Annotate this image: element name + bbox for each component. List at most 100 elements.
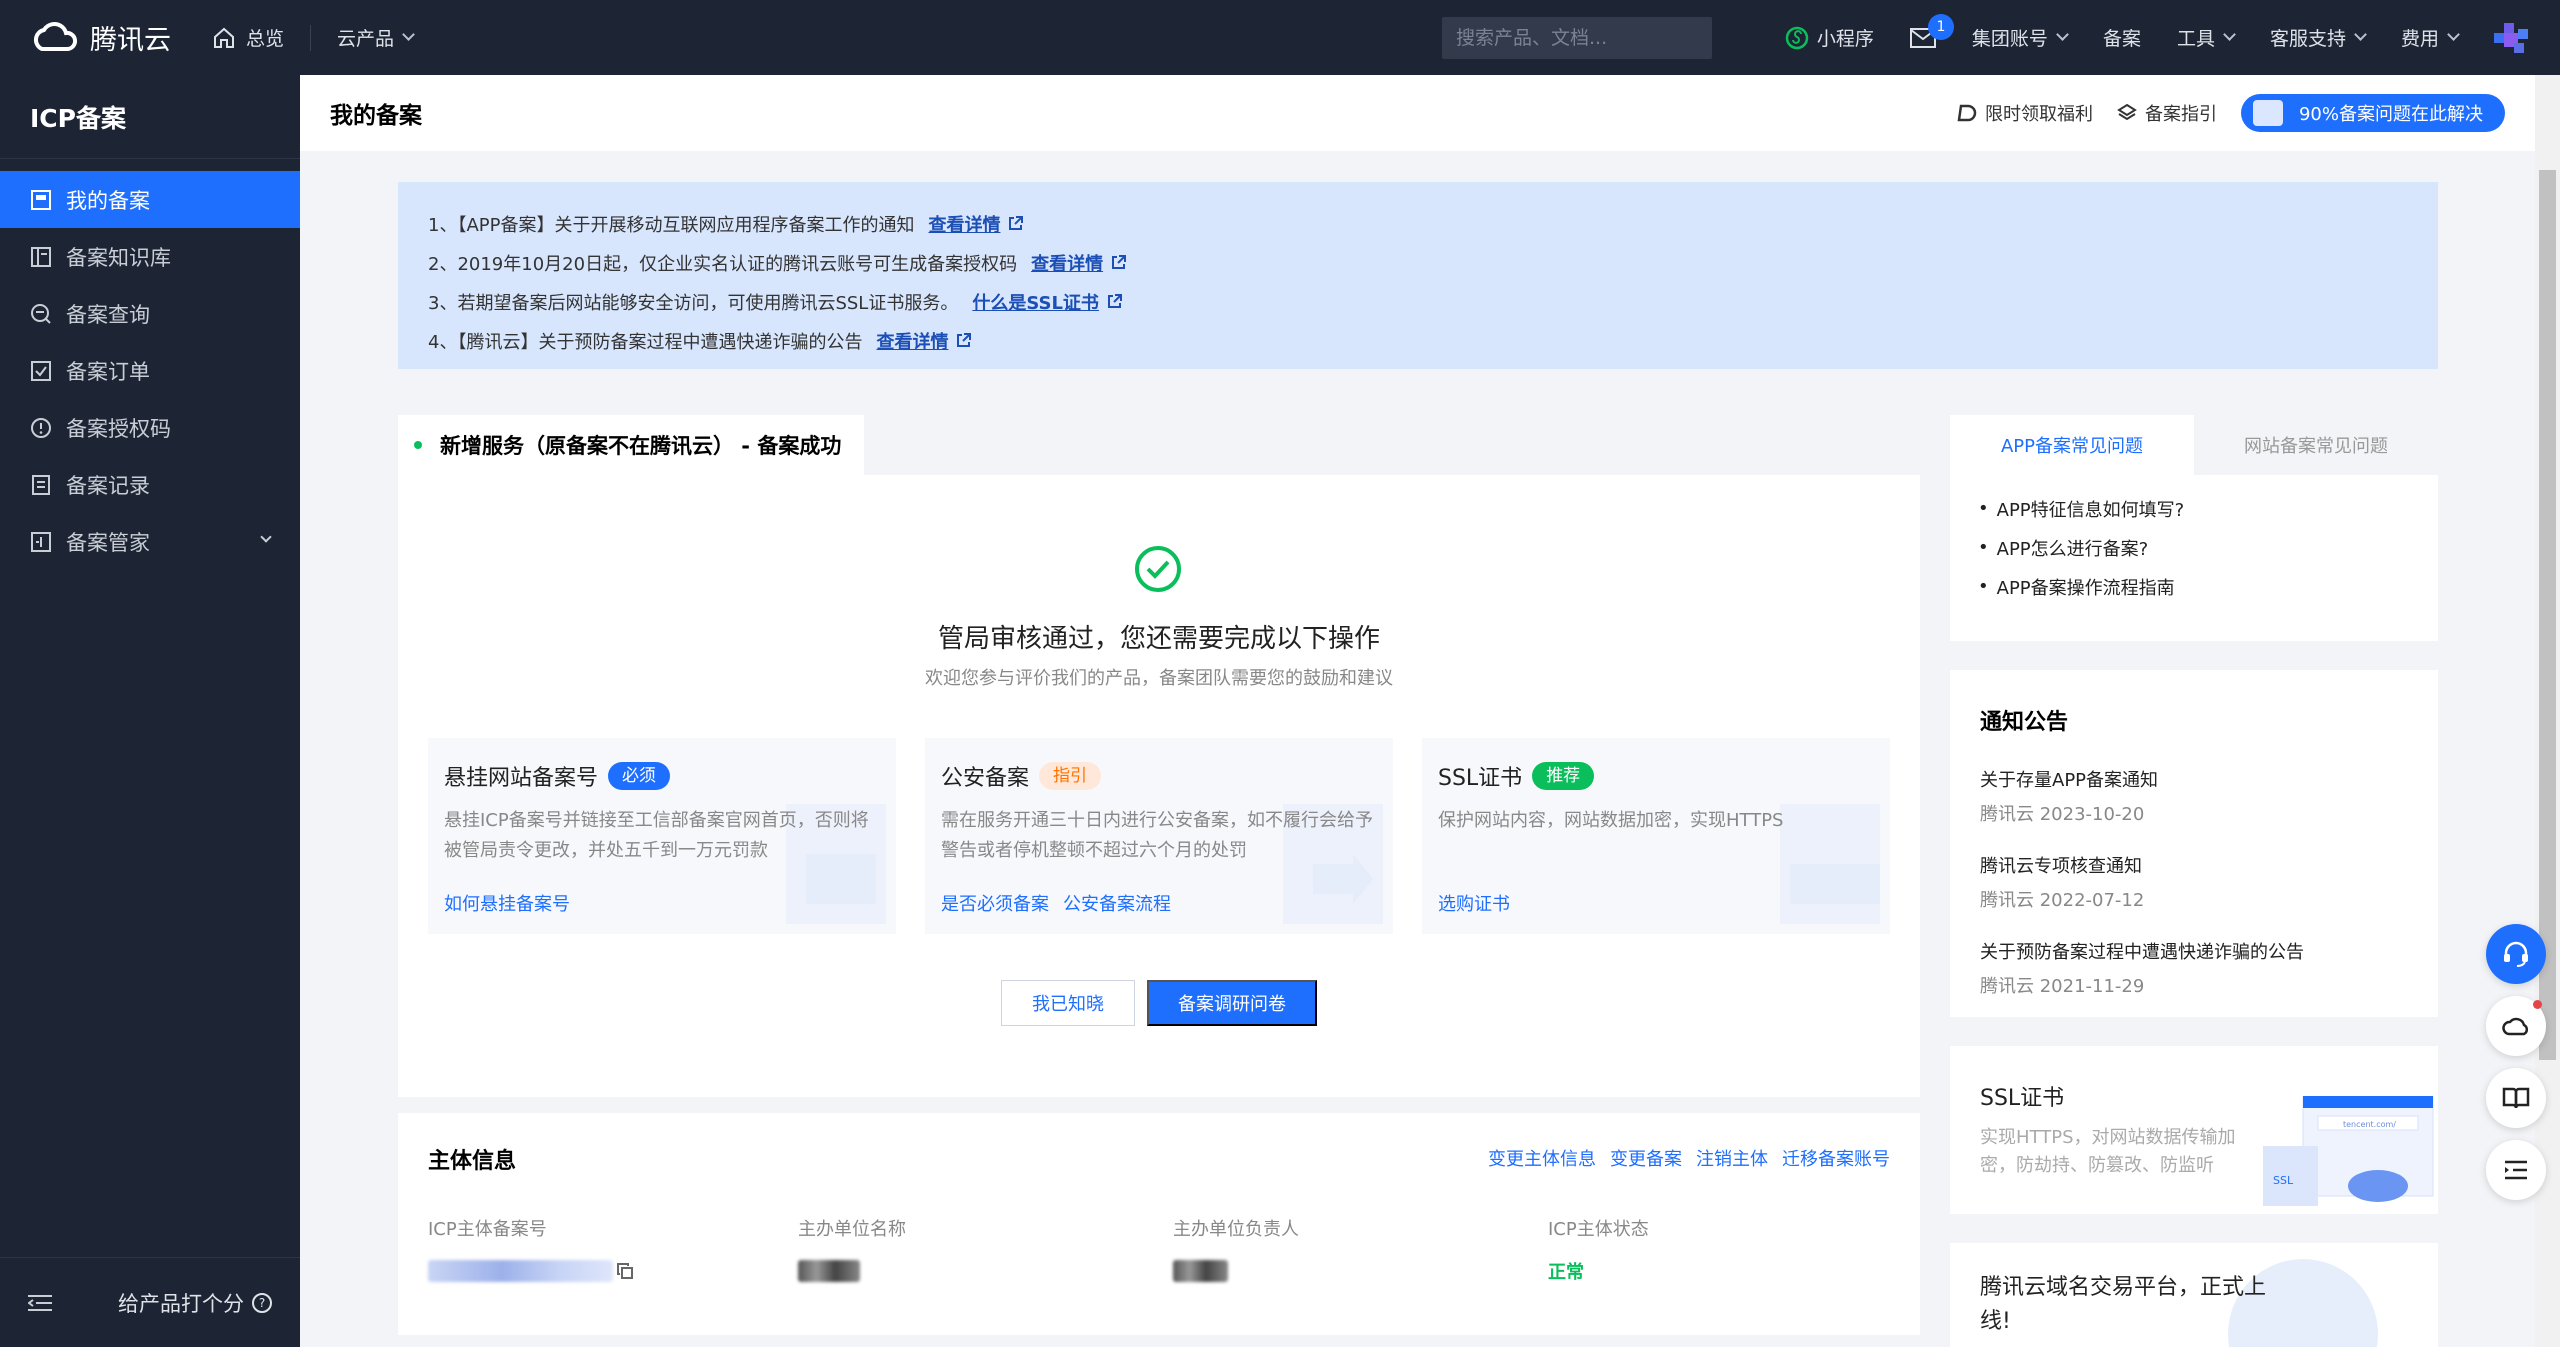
announcement-item[interactable]: 关于存量APP备案通知 腾讯云 2023-10-20 [1980,766,2408,826]
nav-overview-label: 总览 [246,28,285,50]
faq-item[interactable]: APP怎么进行备案? [1978,528,2410,567]
gift-d-icon [1957,104,1977,122]
task-link[interactable]: 选购证书 [1438,894,1510,915]
domain-promo-card[interactable]: 腾讯云域名交易平台，正式上线! [1950,1243,2438,1347]
icp-number-field: ICP主体备案号 [428,1215,768,1283]
faq-card: APP备案常见问题 网站备案常见问题 APP特征信息如何填写? APP怎么进行备… [1950,415,2438,641]
help-circle-icon: ? [252,1292,272,1313]
nav-billing[interactable]: 费用 [2400,0,2460,75]
promo-label: 90%备案问题在此解决 [2298,104,2483,125]
top-nav-bar: 腾讯云 总览 云产品 小程序 1 集团账号 备案 工具 [0,0,2560,75]
knowledge-icon [30,246,52,268]
nav-messages[interactable]: 1 [1909,0,1954,75]
notice-detail-link[interactable]: 查看详情 [1031,250,1127,276]
tab-app-faq[interactable]: APP备案常见问题 [1950,415,2194,475]
task-card-hang-number: 悬挂网站备案号 必须 悬挂ICP备案号并链接至工信部备案官网首页，否则将被管局责令… [428,738,896,934]
notice-detail-link[interactable]: 什么是SSL证书 [972,289,1122,315]
success-title: 管局审核通过，您还需要完成以下操作 [937,624,1380,654]
chevron-down-icon [2223,28,2236,41]
tools-label: 工具 [2176,28,2215,50]
page-title: 我的备案 [330,103,422,129]
notice-text: 2、2019年10月20日起，仅企业实名认证的腾讯云账号可生成备案授权码 [428,253,1018,275]
rate-product-link[interactable]: 给产品打个分 ? [118,1288,272,1318]
task-link[interactable]: 公安备案流程 [1063,894,1171,915]
announcement-item-title: 关于存量APP备案通知 [1980,770,2159,791]
sidebar-item-knowledge[interactable]: 备案知识库 [0,228,300,285]
scrollbar-thumb[interactable] [2539,170,2556,1060]
task-link[interactable]: 如何悬挂备案号 [444,894,570,915]
announcement-item[interactable]: 腾讯云专项核查通知 腾讯云 2022-07-12 [1980,852,2408,912]
user-avatar[interactable] [2494,0,2528,75]
change-subject-link[interactable]: 变更主体信息 [1488,1145,1596,1171]
cancel-subject-link[interactable]: 注销主体 [1696,1145,1768,1171]
collapse-menu-icon[interactable] [28,1293,52,1313]
task-title-text: 公安备案 [941,766,1030,791]
migrate-account-link[interactable]: 迁移备案账号 [1782,1145,1890,1171]
sidebar-item-auth-code[interactable]: 备案授权码 [0,399,300,456]
cloud-logo-icon [33,21,78,51]
task-link[interactable]: 是否必须备案 [941,894,1049,915]
beian-label: 备案 [2102,28,2141,50]
ssl-promo-card[interactable]: SSL证书 实现HTTPS，对网站数据传输加密，防劫持、防篡改、防监听 tenc… [1950,1046,2438,1214]
menu-list-button[interactable] [2486,1140,2546,1200]
announcement-item-meta: 腾讯云 2021-11-29 [1980,976,2145,997]
nav-beian[interactable]: 备案 [2103,0,2141,75]
sidebar-item-manager[interactable]: 备案管家 [0,513,300,570]
field-value [798,1259,1138,1283]
query-icon [30,303,52,325]
order-icon [30,360,52,382]
notice-detail-link[interactable]: 查看详情 [876,328,972,354]
ssl-art-url: tencent.com/ [2343,1120,2396,1129]
notice-detail-link[interactable]: 查看详情 [928,211,1024,237]
headset-icon [2504,941,2528,967]
docs-button[interactable] [2486,1068,2546,1128]
support-label: 客服支持 [2269,28,2346,50]
billing-label: 费用 [2400,28,2439,50]
nav-mini-program[interactable]: 小程序 [1785,0,1874,75]
faq-item[interactable]: APP备案操作流程指南 [1978,567,2410,606]
copy-icon[interactable] [617,1263,633,1279]
nav-support[interactable]: 客服支持 [2269,0,2367,75]
field-label: 主办单位负责人 [1173,1219,1299,1240]
group-account-label: 集团账号 [1971,28,2048,50]
faq-item[interactable]: APP特征信息如何填写? [1978,489,2410,528]
sidebar-item-order[interactable]: 备案订单 [0,342,300,399]
announcement-item[interactable]: 关于预防备案过程中遭遇快递诈骗的公告 腾讯云 2021-11-29 [1980,938,2408,998]
check-circle-icon [1135,546,1181,592]
notice-line: 4、【腾讯云】关于预防备案过程中遭遇快递诈骗的公告 查看详情 [428,321,2408,360]
task-desc: 需在服务开通三十日内进行公安备案，如不履行会给予警告或者停机整顿不超过六个月的处… [941,810,1373,861]
cloud-assistant-button[interactable] [2486,996,2546,1056]
nav-overview[interactable]: 总览 [212,0,284,75]
field-value [1173,1259,1513,1283]
field-label: 主办单位名称 [798,1219,906,1240]
chevron-down-icon [2354,28,2367,41]
benefit-link[interactable]: 限时领取福利 [1957,100,2093,126]
acknowledge-button[interactable]: 我已知晓 [1001,980,1135,1026]
announcement-item-meta: 腾讯云 2022-07-12 [1980,890,2145,911]
nav-tools[interactable]: 工具 [2176,0,2236,75]
brand-logo[interactable]: 腾讯云 [28,18,188,57]
announcement-item-title: 腾讯云专项核查通知 [1980,856,2142,877]
book-icon [2502,1087,2530,1109]
change-beian-link[interactable]: 变更备案 [1610,1145,1682,1171]
survey-button[interactable]: 备案调研问卷 [1147,980,1317,1026]
field-label: ICP主体状态 [1548,1219,1649,1240]
sidebar-item-record[interactable]: 备案记录 [0,456,300,513]
my-beian-icon [30,189,52,211]
nav-group-account[interactable]: 集团账号 [1971,0,2069,75]
auth-code-icon [30,417,52,439]
guide-link[interactable]: 备案指引 [2117,100,2217,126]
ssl-art-label: SSL [2273,1174,2294,1187]
nav-products[interactable]: 云产品 [337,0,415,75]
customer-service-button[interactable] [2486,924,2546,984]
faq-promo-button[interactable]: 90%备案问题在此解决 [2240,94,2505,132]
task-desc: 保护网站内容，网站数据加密，实现HTTPS [1438,810,1784,831]
sponsor-name-field: 主办单位名称 [798,1215,1138,1283]
search-input[interactable] [1456,27,1699,49]
sidebar-item-my-beian[interactable]: 我的备案 [0,171,300,228]
tab-web-faq[interactable]: 网站备案常见问题 [2194,415,2438,475]
sidebar-item-query[interactable]: 备案查询 [0,285,300,342]
nav-divider [310,24,312,51]
subject-actions: 变更主体信息 变更备案 注销主体 迁移备案账号 [1474,1145,1890,1171]
domain-promo-title: 腾讯云域名交易平台，正式上线! [1980,1275,2267,1334]
